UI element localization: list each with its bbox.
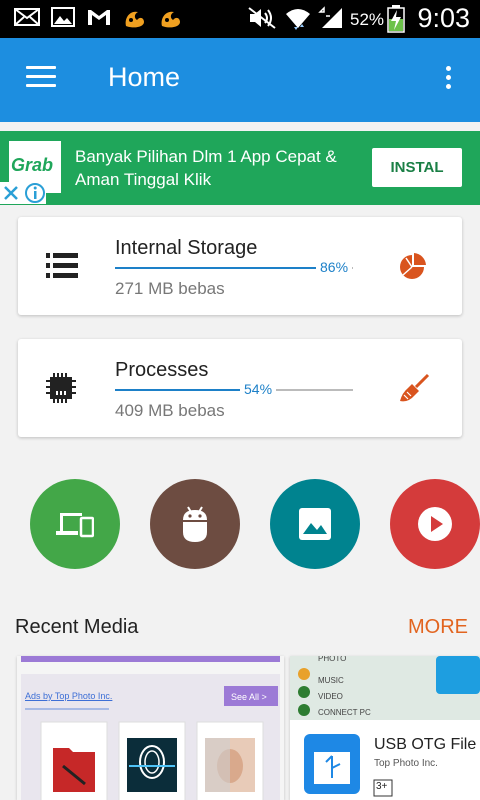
storage-icon xyxy=(46,253,78,278)
processes-progress-fill xyxy=(115,389,244,391)
storage-free: 271 MB bebas xyxy=(115,279,225,298)
recent-media-item[interactable]: Ads by Top Photo Inc. See All > xyxy=(17,656,284,800)
ad-banner[interactable]: Grab Banyak Pilihan Dlm 1 App Cepat & Am… xyxy=(0,131,480,205)
android-icon xyxy=(183,506,207,542)
memory-chip-icon xyxy=(46,373,76,403)
app-bar: Home xyxy=(0,38,480,122)
gallery-notification-icon xyxy=(51,7,75,27)
battery-charging-icon xyxy=(387,5,405,33)
play-icon xyxy=(418,507,452,541)
ad-info-icon[interactable] xyxy=(24,182,46,204)
status-bar: 52% 9:03 xyxy=(0,0,480,38)
storage-title: Internal Storage xyxy=(115,237,258,259)
menu-item-video: VIDEO xyxy=(318,692,343,701)
storage-percent: 86% xyxy=(316,259,353,275)
recent-media-item[interactable]: PHOTO MUSIC VIDEO CONNECT PC USB OTG Fil… xyxy=(290,656,480,800)
storage-progress-fill xyxy=(115,267,320,269)
more-link[interactable]: MORE xyxy=(408,616,468,639)
app-title: USB OTG File xyxy=(374,736,477,753)
menu-item-connect-pc: CONNECT PC xyxy=(318,708,371,717)
app-developer: Top Photo Inc. xyxy=(374,758,438,769)
menu-icon[interactable] xyxy=(26,66,56,90)
apps-shortcut-button[interactable] xyxy=(30,479,120,569)
ad-text: Banyak Pilihan Dlm 1 App Cepat & Aman Ti… xyxy=(75,147,337,189)
more-options-icon[interactable] xyxy=(446,66,452,92)
close-ad-icon[interactable] xyxy=(0,182,22,204)
ad-choices[interactable] xyxy=(0,182,46,204)
install-button[interactable]: INSTAL xyxy=(372,148,462,187)
pie-chart-icon[interactable] xyxy=(398,251,428,281)
media-thumbnail xyxy=(17,656,284,800)
signal-icon xyxy=(318,6,342,28)
uc-browser-icon xyxy=(125,11,144,28)
images-shortcut-button[interactable] xyxy=(270,479,360,569)
broom-clean-icon[interactable] xyxy=(398,373,430,405)
page-title: Home xyxy=(108,62,181,92)
menu-item-music: MUSIC xyxy=(318,676,344,685)
menu-item-photo: PHOTO xyxy=(318,656,347,663)
video-shortcut-button[interactable] xyxy=(390,479,480,569)
processes-free: 409 MB bebas xyxy=(115,401,225,420)
image-icon xyxy=(299,508,331,540)
clock: 9:03 xyxy=(417,3,470,33)
ad-brand: Grab xyxy=(11,155,54,175)
internal-storage-card[interactable]: Internal Storage 86% 271 MB bebas xyxy=(18,217,462,315)
uc-browser-icon-2 xyxy=(161,11,180,28)
devices-icon xyxy=(56,513,94,538)
mail-notification-icon xyxy=(14,8,40,26)
battery-percent: 52% xyxy=(350,10,385,29)
processes-title: Processes xyxy=(115,359,209,381)
wifi-icon xyxy=(286,9,310,30)
see-all-label: See All > xyxy=(231,692,267,702)
age-rating-badge: 3+ xyxy=(376,781,388,792)
ad-sponsor-label: Ads by Top Photo Inc. xyxy=(25,691,113,701)
processes-percent: 54% xyxy=(240,381,277,397)
android-shortcut-button[interactable] xyxy=(150,479,240,569)
app-menu-list: PHOTO MUSIC VIDEO CONNECT PC xyxy=(318,656,371,718)
gmail-notification-icon xyxy=(88,10,110,25)
storage-progress-bar: 86% xyxy=(115,259,353,275)
recent-media-title: Recent Media xyxy=(15,616,139,638)
processes-card[interactable]: Processes 54% 409 MB bebas xyxy=(18,339,462,437)
mute-icon xyxy=(248,7,276,29)
processes-progress-bar: 54% xyxy=(115,381,353,397)
